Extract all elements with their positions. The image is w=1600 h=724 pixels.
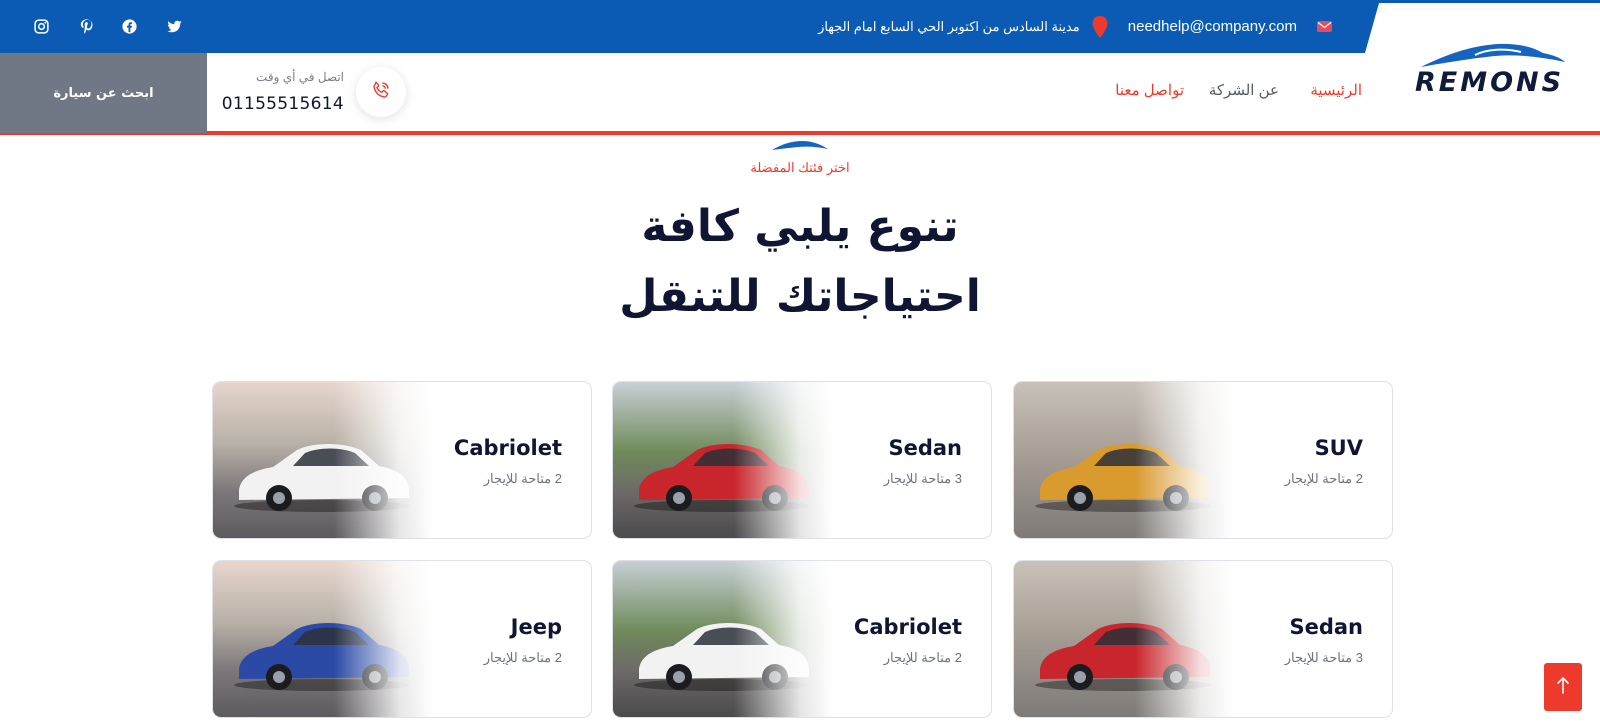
section-eyebrow: اختر فئتك المفضلة bbox=[750, 160, 850, 175]
instagram-icon[interactable] bbox=[33, 0, 50, 53]
car-photo bbox=[1014, 561, 1234, 717]
availability-text: 2 متاحة للإيجار bbox=[883, 650, 962, 665]
call-anytime-label: اتصل في أي وقت bbox=[256, 70, 344, 84]
facebook-icon[interactable] bbox=[121, 0, 138, 53]
address-text: مدينة السادس من اكتوبر الحي السابع امام … bbox=[818, 18, 1080, 34]
car-type-title: Sedan bbox=[888, 436, 962, 460]
car-category-card[interactable]: Cabriolet 2 متاحة للإيجار bbox=[212, 381, 592, 539]
phone-call-button[interactable] bbox=[356, 67, 406, 117]
brand-name: REMONS bbox=[1415, 67, 1565, 98]
car-category-card[interactable]: Jeep 2 متاحة للإيجار bbox=[212, 560, 592, 718]
availability-text: 2 متاحة للإيجار bbox=[483, 471, 562, 486]
car-type-title: Cabriolet bbox=[853, 615, 962, 639]
car-category-card[interactable]: Cabriolet 2 متاحة للإيجار bbox=[612, 560, 992, 718]
arrow-up-icon bbox=[1555, 675, 1571, 699]
car-category-card[interactable]: Sedan 3 متاحة للإيجار bbox=[1013, 560, 1393, 718]
car-photo bbox=[613, 382, 833, 538]
availability-text: 2 متاحة للإيجار bbox=[1284, 471, 1363, 486]
car-photo bbox=[1014, 382, 1234, 538]
car-type-title: Cabriolet bbox=[453, 436, 562, 460]
availability-text: 2 متاحة للإيجار bbox=[483, 650, 562, 665]
top-bar bbox=[0, 0, 1600, 53]
car-category-card[interactable]: Sedan 3 متاحة للإيجار bbox=[612, 381, 992, 539]
car-type-title: SUV bbox=[1314, 436, 1363, 460]
headline-line-2: احتياجاتك للتنقل bbox=[619, 271, 981, 322]
availability-text: 3 متاحة للإيجار bbox=[1284, 650, 1363, 665]
envelope-icon bbox=[1317, 21, 1332, 32]
pinterest-icon[interactable] bbox=[78, 0, 95, 53]
car-type-title: Sedan bbox=[1289, 615, 1363, 639]
phone-icon bbox=[370, 79, 392, 105]
search-car-button[interactable]: ابحث عن سيارة bbox=[0, 53, 207, 133]
car-photo bbox=[613, 561, 833, 717]
header-divider bbox=[0, 131, 1600, 135]
car-photo bbox=[213, 382, 433, 538]
car-type-title: Jeep bbox=[510, 615, 562, 639]
car-silhouette-icon bbox=[1421, 43, 1565, 67]
brand-logo[interactable]: REMONS bbox=[1415, 40, 1567, 96]
car-accent-icon bbox=[772, 141, 828, 150]
back-to-top-button[interactable] bbox=[1544, 663, 1582, 711]
car-category-card[interactable]: SUV 2 متاحة للإيجار bbox=[1013, 381, 1393, 539]
nav-about[interactable]: عن الشركة bbox=[1209, 81, 1279, 99]
headline-line-1: تنوع يلبي كافة bbox=[641, 201, 959, 252]
location-pin-icon bbox=[1090, 15, 1110, 39]
twitter-icon[interactable] bbox=[166, 0, 183, 53]
nav-home[interactable]: الرئيسية bbox=[1310, 81, 1362, 99]
email-link[interactable]: needhelp@company.com bbox=[1128, 18, 1297, 35]
top-contact-row: مدينة السادس من اكتوبر الحي السابع امام … bbox=[818, 0, 1332, 53]
availability-text: 3 متاحة للإيجار bbox=[883, 471, 962, 486]
nav-contact[interactable]: تواصل معنا bbox=[1115, 81, 1184, 99]
phone-number[interactable]: 01155515614 bbox=[222, 94, 344, 114]
section-headline: تنوع يلبي كافة احتياجاتك للتنقل bbox=[0, 192, 1600, 332]
car-photo bbox=[213, 561, 433, 717]
